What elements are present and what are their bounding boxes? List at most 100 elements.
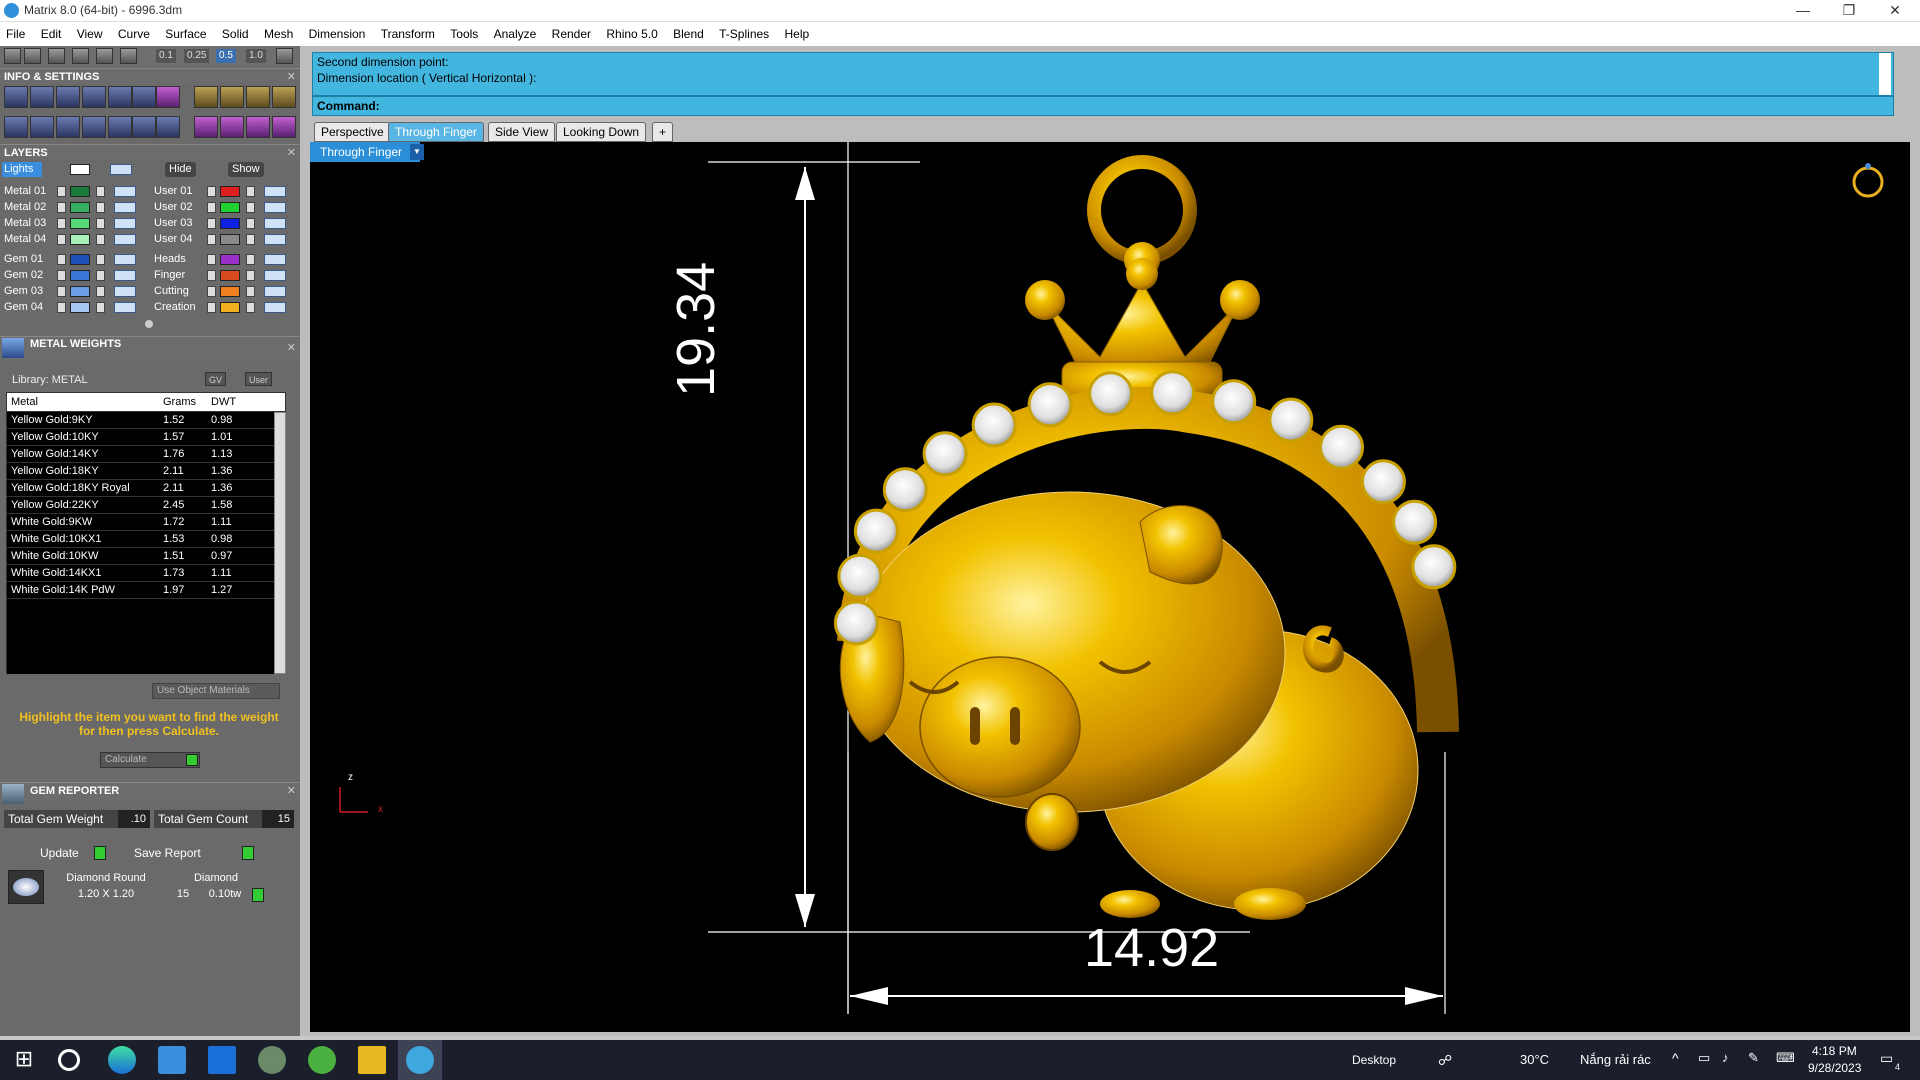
filter-icon[interactable]	[108, 116, 132, 138]
menu-view[interactable]: View	[71, 22, 109, 46]
command-input[interactable]	[387, 99, 1867, 113]
layer-expand-icon[interactable]	[207, 186, 216, 197]
metal-table-row[interactable]: Yellow Gold:22KY 2.45 1.58	[7, 497, 274, 514]
search-icon[interactable]	[58, 1049, 80, 1071]
update-button[interactable]: Update	[40, 846, 79, 860]
layer-expand-icon[interactable]	[57, 286, 66, 297]
volume-icon[interactable]: ♪	[1722, 1050, 1729, 1065]
add-tab-button[interactable]: +	[652, 122, 674, 142]
lock-icon[interactable]	[96, 254, 105, 265]
metal-table-row[interactable]: Yellow Gold:18KY 2.11 1.36	[7, 463, 274, 480]
lock-icon[interactable]	[96, 234, 105, 245]
layer-color-swatch[interactable]	[220, 286, 240, 297]
play-icon[interactable]	[94, 846, 106, 860]
col-dwt[interactable]: DWT	[211, 396, 236, 408]
layer-color-swatch[interactable]	[220, 254, 240, 265]
visibility-toggle[interactable]	[264, 254, 286, 265]
lock-icon[interactable]	[246, 286, 255, 297]
zoom-0-1[interactable]: 0.1	[156, 49, 176, 63]
menu-edit[interactable]: Edit	[35, 22, 68, 46]
layer-row-right[interactable]: User 02	[154, 200, 304, 215]
notification-icon[interactable]: ▭	[1880, 1050, 1893, 1067]
chevron-up-icon[interactable]: ^	[1672, 1050, 1679, 1066]
visibility-toggle[interactable]	[264, 286, 286, 297]
clock-date[interactable]: 9/28/2023	[1808, 1061, 1861, 1075]
col-grams[interactable]: Grams	[163, 396, 196, 408]
lock-icon[interactable]	[96, 202, 105, 213]
tool-icon-3[interactable]	[246, 86, 270, 108]
weather-text[interactable]: Nắng rải rác	[1580, 1052, 1651, 1067]
layer-expand-icon[interactable]	[207, 302, 216, 313]
command-scrollbar[interactable]	[1879, 53, 1891, 95]
close-icon[interactable]: ✕	[287, 69, 296, 85]
visibility-toggle[interactable]	[264, 218, 286, 229]
lock-icon[interactable]	[246, 202, 255, 213]
layer-color-swatch[interactable]	[220, 202, 240, 213]
play-icon[interactable]	[242, 846, 254, 860]
visibility-toggle[interactable]	[114, 202, 136, 213]
visibility-toggle[interactable]	[264, 234, 286, 245]
database-icon[interactable]	[82, 86, 106, 108]
menu-rhino[interactable]: Rhino 5.0	[600, 22, 663, 46]
lock-icon[interactable]	[246, 270, 255, 281]
layers-icon[interactable]	[56, 86, 80, 108]
metal-table-row[interactable]: White Gold:10KX1 1.53 0.98	[7, 531, 274, 548]
minimize-button[interactable]: —	[1780, 0, 1826, 22]
plane-icon[interactable]	[96, 48, 113, 64]
settings-icon[interactable]	[4, 86, 28, 108]
close-icon[interactable]: ✕	[287, 341, 296, 355]
gv-toggle[interactable]: GV	[205, 372, 227, 386]
metal-table-row[interactable]: White Gold:14KX1 1.73 1.11	[7, 565, 274, 582]
matrix-taskbar-button[interactable]	[398, 1040, 442, 1080]
zoom-0-25[interactable]: 0.25	[184, 49, 210, 63]
menu-analyze[interactable]: Analyze	[488, 22, 543, 46]
metal-table-row[interactable]: White Gold:14K PdW 1.97 1.27	[7, 582, 274, 599]
visibility-toggle[interactable]	[114, 254, 136, 265]
layer-row-right[interactable]: User 01	[154, 184, 304, 199]
layer-row-left[interactable]: Metal 04	[4, 232, 154, 247]
layer-color-swatch[interactable]	[70, 186, 90, 197]
layer-row-right[interactable]: Heads	[154, 252, 304, 267]
hide-button[interactable]: Hide	[165, 162, 196, 177]
clock-time[interactable]: 4:18 PM	[1812, 1044, 1857, 1058]
layer-row-left[interactable]: Gem 04	[4, 300, 154, 315]
window-icon[interactable]	[30, 116, 54, 138]
layer-row-right[interactable]: Finger	[154, 268, 304, 283]
grid-view-icon[interactable]	[4, 116, 28, 138]
zoom-1-0[interactable]: 1.0	[246, 49, 266, 63]
visibility-toggle[interactable]	[114, 286, 136, 297]
folder-icon[interactable]	[358, 1046, 386, 1074]
zoom-0-5[interactable]: 0.5	[216, 49, 236, 63]
temperature[interactable]: 30°C	[1520, 1052, 1549, 1067]
lights-swatch[interactable]	[70, 164, 90, 175]
close-icon[interactable]: ✕	[287, 145, 296, 161]
lock-icon[interactable]	[96, 286, 105, 297]
layer-expand-icon[interactable]	[207, 254, 216, 265]
layer-color-swatch[interactable]	[70, 202, 90, 213]
magnify-icon[interactable]	[30, 86, 54, 108]
layer-color-swatch[interactable]	[220, 234, 240, 245]
layer-color-swatch[interactable]	[70, 270, 90, 281]
tab-through-finger[interactable]: Through Finger	[388, 122, 485, 142]
tool-icon-1[interactable]	[194, 86, 218, 108]
lights-button[interactable]: Lights	[2, 162, 42, 177]
layer-row-right[interactable]: Creation	[154, 300, 304, 315]
render-icon-2[interactable]	[220, 116, 244, 138]
layer-color-swatch[interactable]	[220, 186, 240, 197]
menu-dimension[interactable]: Dimension	[303, 22, 372, 46]
lock-icon[interactable]	[246, 302, 255, 313]
layer-color-swatch[interactable]	[220, 218, 240, 229]
edge-icon[interactable]	[108, 1046, 136, 1074]
calculate-button[interactable]: Calculate	[100, 752, 200, 768]
windows-start-icon[interactable]: ⊞	[10, 1046, 38, 1074]
lights-toggle[interactable]	[110, 164, 132, 175]
pen-icon[interactable]: ✎	[1748, 1050, 1759, 1066]
close-icon[interactable]: ✕	[287, 783, 296, 799]
visibility-toggle[interactable]	[114, 270, 136, 281]
menu-surface[interactable]: Surface	[159, 22, 212, 46]
layer-row-right[interactable]: Cutting	[154, 284, 304, 299]
layer-row-right[interactable]: User 03	[154, 216, 304, 231]
layer-color-swatch[interactable]	[70, 234, 90, 245]
use-object-materials-toggle[interactable]: Use Object Materials	[152, 683, 280, 699]
layer-expand-icon[interactable]	[207, 270, 216, 281]
